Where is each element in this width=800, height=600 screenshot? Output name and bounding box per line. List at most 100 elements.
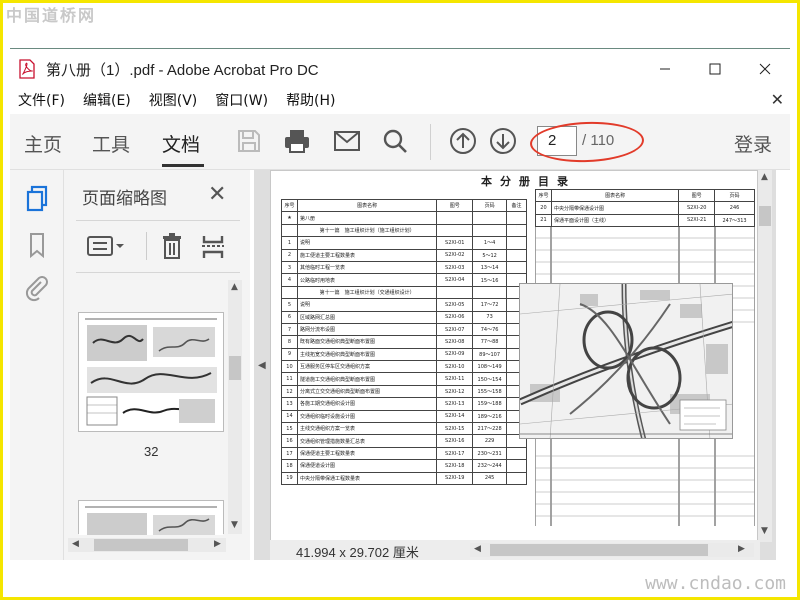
- tab-document[interactable]: 文档: [162, 130, 200, 157]
- tab-tools[interactable]: 工具: [92, 130, 130, 157]
- close-window-button[interactable]: [740, 52, 790, 86]
- page-thumbnails-icon[interactable]: [22, 184, 52, 214]
- menu-window[interactable]: 窗口(W): [215, 90, 268, 110]
- table-header-cell: 图号: [678, 188, 716, 203]
- options-menu-icon[interactable]: [86, 234, 126, 262]
- menu-help[interactable]: 帮助(H): [286, 90, 335, 110]
- document-view: ◀ ◀ 本分册目录 序号图表名称图号页码备注★第八册第十一篇 施工组织计划（施工…: [254, 170, 776, 560]
- table-cell: 12: [281, 384, 298, 399]
- table-header-cell: 备注: [506, 198, 527, 213]
- toc-table-left: 序号 图表名称 图号 页码 备注 ★ 第八册 第十一篇 施工组织计划（施工组织计划） 1 说明 S2…: [281, 198, 527, 486]
- table-cell: [506, 471, 527, 486]
- pdf-page: 本分册目录 序号 图表名称 图号 页码 备注 ★ 第八册 第十一篇 施工组织计划（施工组织计划…: [270, 170, 758, 542]
- table-cell: 11: [281, 372, 298, 386]
- table-cell: 路网分流布设图: [296, 322, 438, 337]
- table-cell: [472, 211, 508, 225]
- close-document-icon[interactable]: ✕: [771, 90, 784, 109]
- table-row: 6 区域路网汇总图 S2XI-06 73: [281, 310, 527, 324]
- table-cell: 说明: [296, 236, 438, 250]
- panel-title: 页面缩略图: [82, 189, 167, 209]
- thumbnail-horizontal-scrollbar[interactable]: ◀ ▶: [68, 538, 226, 552]
- table-row: 20 中央分隔带保通设计图 S2XI-20 246: [535, 201, 755, 215]
- scroll-down-arrow[interactable]: ▼: [231, 520, 238, 530]
- page-dimensions: 41.994 x 29.702 厘米: [296, 545, 419, 560]
- table-header-cell: 序号: [535, 188, 552, 203]
- close-panel-icon[interactable]: ✕: [208, 182, 226, 207]
- table-cell: [436, 223, 474, 238]
- crop-pages-icon[interactable]: [200, 232, 226, 264]
- scroll-right-arrow[interactable]: ▶: [214, 539, 221, 549]
- table-cell: 74～76: [472, 322, 508, 337]
- maximize-button[interactable]: [690, 52, 740, 86]
- document-vertical-scrollbar[interactable]: ▲ ▼: [758, 170, 772, 542]
- table-cell: S2XI-03: [436, 260, 474, 275]
- attachment-icon[interactable]: [22, 274, 52, 304]
- table-header-row: 序号 图表名称 图号 页码 备注: [281, 198, 527, 213]
- table-cell: S2XI-21: [678, 213, 716, 228]
- menu-file[interactable]: 文件(F): [18, 90, 65, 110]
- document-horizontal-scrollbar[interactable]: ◀ ▶: [470, 543, 754, 557]
- table-row: 19 中央分隔带保通工程数量表 S2XI-19 245: [281, 471, 527, 486]
- toolbar-separator: [430, 124, 431, 160]
- table-cell: S2XI-12: [436, 384, 474, 399]
- search-icon[interactable]: [380, 126, 410, 156]
- save-icon[interactable]: [234, 126, 264, 156]
- table-cell: 159～188: [472, 397, 508, 411]
- previous-page-icon[interactable]: [448, 126, 478, 156]
- scroll-left-arrow[interactable]: ◀: [72, 539, 79, 549]
- table-cell: S2XI-02: [436, 248, 474, 262]
- page-thumbnail[interactable]: [78, 500, 224, 535]
- table-cell: 6: [281, 310, 298, 324]
- window-title: 第八册（1）.pdf - Adobe Acrobat Pro DC: [46, 61, 319, 79]
- table-cell: 217～228: [472, 422, 508, 436]
- menu-bar: 文件(F) 编辑(E) 视图(V) 窗口(W) 帮助(H) ✕: [10, 86, 790, 114]
- table-cell: 区域路网汇总图: [296, 310, 438, 324]
- scroll-thumb[interactable]: [229, 356, 241, 380]
- table-cell: 第八册: [296, 211, 438, 225]
- collapse-left-pane-icon[interactable]: ◀: [258, 360, 266, 371]
- table-cell: 中央分隔带保通工程数量表: [296, 471, 438, 486]
- delete-page-icon[interactable]: [160, 232, 184, 264]
- page-heading: 本分册目录: [481, 175, 576, 188]
- table-cell: 3: [281, 260, 298, 275]
- table-cell: S2XI-14: [436, 409, 474, 424]
- menu-edit[interactable]: 编辑(E): [83, 90, 131, 110]
- thumbnail-vertical-scrollbar[interactable]: ▲ ▼: [228, 280, 242, 534]
- table-row: 2 施工便道主要工程数量表 S2XI-02 5～12: [281, 248, 527, 262]
- table-cell: S2XI-17: [436, 446, 474, 461]
- scroll-down-arrow[interactable]: ▼: [761, 526, 768, 536]
- minimize-button[interactable]: [640, 52, 690, 86]
- table-row: ★ 第八册: [281, 211, 527, 225]
- next-page-icon[interactable]: [488, 126, 518, 156]
- scroll-thumb[interactable]: [94, 539, 188, 551]
- table-cell: 19: [281, 471, 298, 486]
- scroll-thumb[interactable]: [490, 544, 708, 556]
- table-cell: 14: [281, 409, 298, 424]
- table-row: 15 主线交通组织方案一览表 S2XI-15 217～228: [281, 422, 527, 436]
- table-row: 第十一篇 施工组织计划（交通组织设计）: [281, 285, 527, 300]
- table-cell: 17～72: [472, 298, 508, 312]
- login-button[interactable]: 登录: [734, 130, 772, 157]
- scroll-left-arrow[interactable]: ◀: [474, 544, 481, 554]
- table-cell: [281, 285, 298, 300]
- page-thumbnail[interactable]: [78, 312, 224, 432]
- email-icon[interactable]: [332, 126, 362, 156]
- table-row: 17 保通便道主要工程数量表 S2XI-17 230～231: [281, 446, 527, 461]
- scroll-up-arrow[interactable]: ▲: [761, 172, 768, 182]
- window-controls: [640, 52, 790, 86]
- tab-home[interactable]: 主页: [24, 130, 62, 157]
- scroll-right-arrow[interactable]: ▶: [738, 544, 745, 554]
- table-cell: 150～154: [472, 372, 508, 386]
- bookmark-icon[interactable]: [22, 230, 52, 260]
- menu-view[interactable]: 视图(V): [149, 90, 198, 110]
- table-cell: 16: [281, 434, 298, 448]
- table-cell: S2XI-10: [436, 360, 474, 374]
- print-icon[interactable]: [282, 126, 312, 156]
- table-row: 3 其他临时工程一览表 S2XI-03 13～14: [281, 260, 527, 275]
- table-cell: 89～107: [472, 347, 508, 362]
- table-cell: [281, 223, 298, 238]
- table-row: 5 说明 S2XI-05 17～72: [281, 298, 527, 312]
- table-header-cell: 页码: [472, 198, 508, 213]
- scroll-thumb[interactable]: [759, 206, 771, 226]
- scroll-up-arrow[interactable]: ▲: [231, 282, 238, 292]
